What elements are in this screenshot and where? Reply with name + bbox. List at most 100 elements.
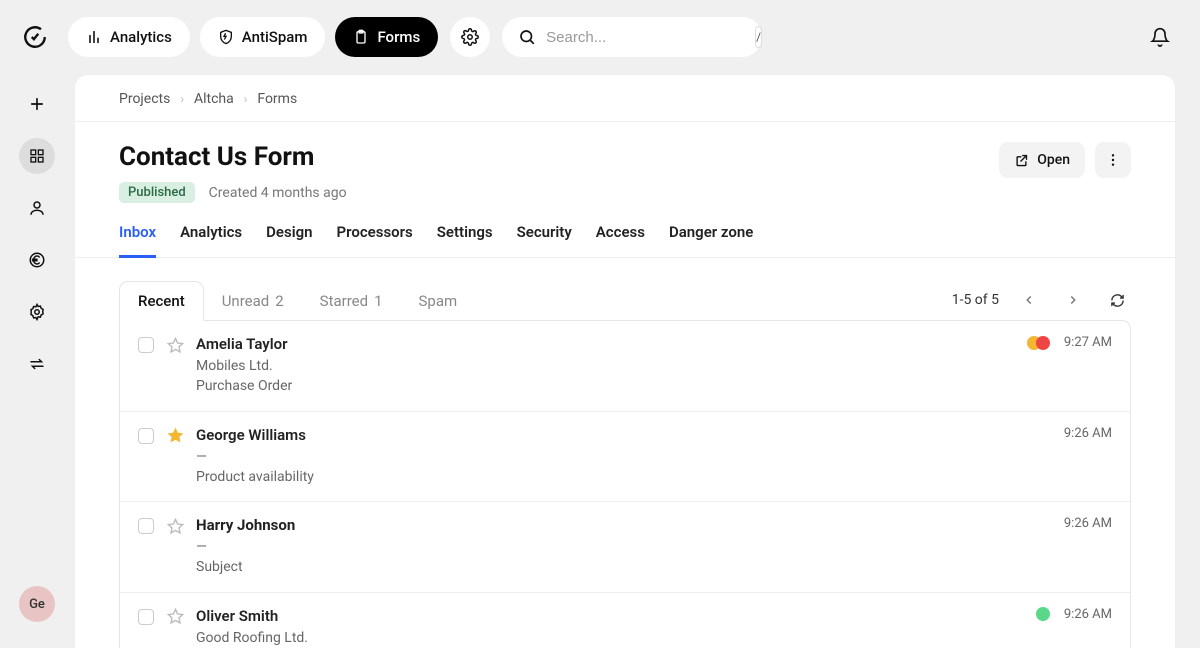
grid-icon	[29, 148, 45, 164]
bell-icon	[1150, 27, 1170, 47]
page-title: Contact Us Form	[119, 142, 347, 172]
message-list: Amelia Taylor Mobiles Ltd.Purchase Order 9…	[119, 320, 1131, 648]
shield-icon	[218, 29, 234, 45]
open-button[interactable]: Open	[999, 142, 1085, 178]
row-time: 9:26 AM	[1064, 516, 1112, 531]
tag-dot	[1036, 336, 1050, 350]
main-panel: Projects › Altcha › Forms Contact Us For…	[74, 74, 1176, 648]
row-name: Oliver Smith	[196, 607, 1024, 625]
external-link-icon	[1014, 153, 1029, 168]
nav-forms[interactable]: Forms	[335, 17, 438, 57]
sidebar-billing[interactable]	[19, 242, 55, 278]
tag-dot	[1036, 607, 1050, 621]
star-icon[interactable]	[166, 336, 184, 354]
nav-antispam-label: AntiSpam	[242, 28, 308, 46]
tab-processors[interactable]: Processors	[337, 223, 413, 257]
pager: 1-5 of 5	[952, 286, 1131, 314]
message-row[interactable]: Oliver SmithGood Roofing Ltd.Problems wi…	[120, 593, 1130, 648]
row-checkbox[interactable]	[138, 337, 154, 353]
row-company: Mobiles Ltd.	[196, 356, 1015, 376]
row-subject: Purchase Order	[196, 376, 1015, 396]
filter-unread[interactable]: Unread 2	[204, 282, 302, 320]
row-company: Good Roofing Ltd.	[196, 628, 1024, 648]
row-checkbox[interactable]	[138, 518, 154, 534]
row-subject: Subject	[196, 557, 1052, 577]
swap-icon	[28, 355, 46, 373]
unread-count: 2	[275, 292, 283, 310]
row-time: 9:26 AM	[1064, 426, 1112, 441]
search-input[interactable]	[546, 29, 745, 46]
row-right: 9:26 AM	[1064, 426, 1112, 441]
row-name: Amelia Taylor	[196, 335, 1015, 353]
chevron-right-icon: ›	[180, 92, 184, 106]
nav-antispam[interactable]: AntiSpam	[200, 17, 326, 57]
breadcrumb-altcha[interactable]: Altcha	[194, 91, 234, 107]
open-label: Open	[1037, 152, 1070, 168]
tab-danger[interactable]: Danger zone	[669, 223, 753, 257]
settings-button[interactable]	[450, 17, 490, 57]
chevron-right-icon	[1066, 293, 1080, 307]
tab-access[interactable]: Access	[596, 223, 645, 257]
star-icon[interactable]	[166, 517, 184, 535]
refresh-button[interactable]	[1103, 286, 1131, 314]
message-row[interactable]: Harry Johnson—Subject 9:26 AM	[120, 502, 1130, 593]
search[interactable]: /	[502, 17, 762, 57]
status-badge: Published	[119, 182, 195, 203]
nav-analytics[interactable]: Analytics	[68, 17, 190, 57]
inbox-bar: Recent Unread 2 Starred 1 Spam 1-5 of 5	[75, 258, 1175, 320]
more-button[interactable]	[1095, 142, 1131, 178]
row-body: Harry Johnson—Subject	[196, 516, 1052, 578]
row-subject: Product availability	[196, 467, 1052, 487]
message-row[interactable]: Amelia Taylor Mobiles Ltd.Purchase Order 9…	[120, 321, 1130, 412]
nav-forms-label: Forms	[377, 28, 420, 46]
page-head: Contact Us Form Published Created 4 mont…	[75, 122, 1175, 203]
notifications-button[interactable]	[1140, 17, 1180, 57]
tabs: Inbox Analytics Design Processors Settin…	[75, 203, 1175, 258]
filter-recent[interactable]: Recent	[119, 281, 204, 321]
avatar[interactable]: Ge	[19, 586, 55, 622]
pager-next[interactable]	[1059, 286, 1087, 314]
star-icon[interactable]	[166, 427, 184, 445]
tag-dots	[1027, 336, 1050, 350]
tab-analytics[interactable]: Analytics	[180, 223, 242, 257]
row-right: 9:26 AM	[1036, 607, 1112, 622]
logo[interactable]	[20, 22, 50, 52]
tab-settings[interactable]: Settings	[437, 223, 493, 257]
starred-count: 1	[374, 292, 382, 310]
more-vertical-icon	[1105, 152, 1121, 168]
row-company: —	[196, 447, 1052, 467]
breadcrumb-forms[interactable]: Forms	[257, 91, 297, 107]
pager-prev[interactable]	[1015, 286, 1043, 314]
refresh-icon	[1110, 293, 1125, 308]
sidebar-transfer[interactable]	[19, 346, 55, 382]
row-right: 9:26 AM	[1064, 516, 1112, 531]
star-icon[interactable]	[166, 608, 184, 626]
user-icon	[28, 199, 46, 217]
row-name: George Williams	[196, 426, 1052, 444]
chevron-right-icon: ›	[244, 92, 248, 106]
tag-dots	[1036, 607, 1050, 621]
sidebar-users[interactable]	[19, 190, 55, 226]
plus-icon	[28, 95, 46, 113]
bar-chart-icon	[86, 29, 102, 45]
breadcrumb-projects[interactable]: Projects	[119, 91, 170, 107]
filter-spam[interactable]: Spam	[401, 282, 476, 320]
chevron-left-icon	[1022, 293, 1036, 307]
created-text: Created 4 months ago	[209, 185, 347, 201]
tab-inbox[interactable]: Inbox	[119, 223, 156, 258]
sidebar-dashboard[interactable]	[19, 138, 55, 174]
tab-security[interactable]: Security	[517, 223, 572, 257]
row-time: 9:26 AM	[1064, 607, 1112, 622]
breadcrumb: Projects › Altcha › Forms	[75, 75, 1175, 122]
row-checkbox[interactable]	[138, 428, 154, 444]
euro-icon	[28, 251, 46, 269]
row-time: 9:27 AM	[1064, 335, 1112, 350]
filter-starred[interactable]: Starred 1	[302, 282, 401, 320]
row-checkbox[interactable]	[138, 609, 154, 625]
sidebar-new[interactable]	[19, 86, 55, 122]
sidebar: Ge	[0, 74, 74, 648]
sidebar-settings[interactable]	[19, 294, 55, 330]
message-row[interactable]: George Williams —Product availability 9:26…	[120, 412, 1130, 503]
row-body: Amelia Taylor Mobiles Ltd.Purchase Order	[196, 335, 1015, 397]
tab-design[interactable]: Design	[266, 223, 312, 257]
